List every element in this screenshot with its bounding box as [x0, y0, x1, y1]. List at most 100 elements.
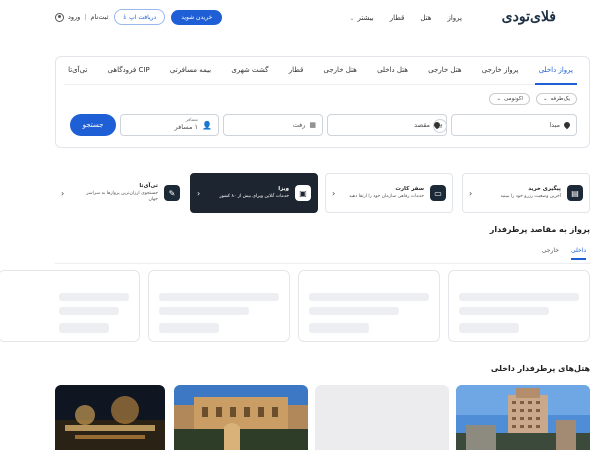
services-row: ▤ پیگیری خرید آخرین وضعیت رزرو خود را بب… — [55, 173, 590, 213]
service-card-visa[interactable]: ▣ ویزا خدمات آنلاین ویزای بیش از ۸۰ کشور… — [190, 173, 318, 213]
tab-foreign-hotel[interactable]: هتل خارجی — [320, 57, 361, 84]
service-text: ویزا خدمات آنلاین ویزای بیش از ۸۰ کشور — [207, 186, 289, 200]
trip-type-select[interactable]: یک‌طرفه ⌄ — [535, 93, 577, 105]
search-tabs: پرواز داخلی پرواز خارجی هتل خارجی هتل دا… — [64, 57, 578, 85]
service-title: تی‌آی‌تا — [139, 183, 158, 190]
tab-domestic-flight[interactable]: پرواز داخلی — [534, 57, 578, 85]
service-card-tracking[interactable]: ▤ پیگیری خرید آخرین وضعیت رزرو خود را بب… — [462, 173, 590, 213]
popular-flights-tabs: داخلی خارجی — [542, 247, 586, 260]
nav-flight[interactable]: پرواز — [447, 14, 462, 22]
service-desc: خدمات آنلاین ویزای بیش از ۸۰ کشور — [219, 194, 289, 200]
service-text: پیگیری خرید آخرین وضعیت رزرو خود را ببین… — [479, 186, 561, 200]
hotel-palace-image — [174, 385, 308, 450]
trip-options: یک‌طرفه ⌄ اکونومی ⌄ — [489, 93, 577, 105]
main-nav: پرواز هتل قطار بیشتر⌄ — [349, 14, 462, 22]
tab-domestic-hotel[interactable]: هتل داخلی — [373, 57, 412, 84]
get-app-button[interactable]: ⤓ دریافت اپ — [114, 9, 166, 25]
nav-hotel[interactable]: هتل — [420, 14, 431, 22]
passenger-value: ۱ مسافر — [174, 122, 199, 131]
chevron-left-icon: ‹ — [61, 188, 65, 198]
hotel-card-image[interactable] — [55, 385, 165, 450]
skeleton-line — [459, 307, 549, 315]
site-logo[interactable]: فلای‌تودی — [502, 9, 556, 25]
service-desc: آخرین وضعیت رزرو خود را ببینید — [500, 194, 561, 200]
tab-domestic[interactable]: داخلی — [570, 247, 586, 260]
person-icon: 👤 — [202, 120, 212, 130]
hotel-card-image[interactable] — [174, 385, 308, 450]
tab-train[interactable]: قطار — [285, 57, 308, 84]
separator: | — [84, 13, 87, 21]
section-divider — [55, 263, 590, 264]
location-pin-icon — [562, 120, 572, 130]
search-card: پرواز داخلی پرواز خارجی هتل خارجی هتل دا… — [55, 56, 590, 148]
header-actions: خریدن شوید ⤓ دریافت اپ ورود | ثبت‌نام — [55, 9, 223, 25]
signup-label[interactable]: ثبت‌نام — [91, 13, 109, 21]
plane-ticket-icon: ✎ — [164, 185, 180, 201]
skeleton-line — [309, 293, 429, 301]
skeleton-line — [459, 323, 519, 333]
date-field[interactable]: ▦ رفت — [223, 114, 323, 136]
skeleton-line — [309, 323, 369, 333]
destination-placeholder: مقصد — [414, 121, 430, 129]
destination-card-skeleton[interactable] — [298, 270, 440, 342]
service-title: پیگیری خرید — [528, 186, 561, 193]
skeleton-line — [459, 293, 579, 301]
destination-card-skeleton[interactable] — [448, 270, 590, 342]
login-label: ورود — [68, 13, 81, 21]
skeleton-line — [59, 293, 129, 301]
tab-international-flight[interactable]: پرواز خارجی — [478, 57, 523, 84]
nav-more-label: بیشتر — [357, 14, 374, 22]
origin-field[interactable]: مبدا ⇄ — [433, 114, 577, 136]
passport-icon: ▣ — [295, 185, 311, 201]
search-fields: مبدا ⇄ مقصد ▦ رفت 👤 مسافر ۱ مسافر جستجو — [70, 114, 577, 136]
tab-cip[interactable]: CIP فرودگاهی — [104, 57, 154, 84]
passenger-field[interactable]: 👤 مسافر ۱ مسافر — [120, 114, 219, 136]
skeleton-line — [59, 323, 109, 333]
hotel-night-image — [55, 385, 165, 450]
buy-button[interactable]: خریدن شوید — [171, 9, 223, 25]
destination-field[interactable]: مقصد — [327, 114, 447, 136]
service-desc: جستجوی ارزان‌ترین پروازها به سراسر جهان — [86, 191, 158, 202]
nav-more[interactable]: بیشتر⌄ — [349, 14, 373, 22]
trip-type-value: یک‌طرفه — [550, 96, 570, 102]
chevron-down-icon: ⌄ — [542, 96, 548, 102]
origin-placeholder: مبدا — [549, 121, 560, 129]
service-desc: خدمات رفاهی سازمان خود را ارتقا دهید — [349, 194, 424, 200]
date-placeholder: رفت — [292, 121, 306, 129]
chevron-left-icon: ‹ — [469, 188, 473, 198]
passenger-text: مسافر ۱ مسافر — [175, 118, 199, 131]
tab-tita[interactable]: تی‌آی‌تا — [64, 57, 91, 84]
service-text: تی‌آی‌تا جستجوی ارزان‌ترین پروازها به سر… — [76, 183, 158, 203]
hotel-card-placeholder[interactable] — [315, 385, 449, 450]
tab-city-tour[interactable]: گشت شهری — [227, 57, 272, 84]
tab-international-hotel[interactable]: هتل خارجی — [424, 57, 465, 84]
service-card-tita[interactable]: ✎ تی‌آی‌تا جستجوی ارزان‌ترین پروازها به … — [55, 173, 186, 213]
ticket-icon: ▤ — [567, 185, 583, 201]
service-title: ویزا — [278, 186, 289, 193]
chevron-down-icon: ⌄ — [349, 15, 355, 22]
skeleton-line — [309, 307, 399, 315]
tab-insurance[interactable]: بیمه مسافرتی — [166, 57, 215, 84]
chevron-left-icon: ‹ — [197, 188, 201, 198]
tab-international[interactable]: خارجی — [542, 247, 559, 260]
popular-hotels-title: هتل‌های پرطرفدار داخلی — [490, 364, 590, 373]
hotel-tower-image — [456, 385, 590, 450]
get-app-label: دریافت اپ — [129, 13, 157, 21]
popular-flights-title: پرواز به مقاصد پرطرفدار — [489, 225, 590, 234]
hotel-card-image[interactable] — [456, 385, 590, 450]
class-value: اکونومی — [504, 96, 523, 102]
class-select[interactable]: اکونومی ⌄ — [489, 93, 530, 105]
skeleton-line — [59, 307, 119, 315]
calendar-icon: ▦ — [309, 121, 316, 129]
service-text: سفر کارت خدمات رفاهی سازمان خود را ارتقا… — [342, 186, 424, 200]
service-card-safar-card[interactable]: ▭ سفر کارت خدمات رفاهی سازمان خود را ارت… — [325, 173, 453, 213]
destination-card-skeleton[interactable] — [148, 270, 290, 342]
destination-card-skeleton[interactable] — [0, 270, 140, 342]
search-button[interactable]: جستجو — [70, 114, 116, 136]
nav-train[interactable]: قطار — [390, 14, 405, 22]
chevron-down-icon: ⌄ — [496, 96, 502, 102]
login-link[interactable]: ورود | ثبت‌نام — [55, 12, 109, 22]
service-title: سفر کارت — [395, 186, 424, 193]
skeleton-line — [159, 307, 249, 315]
skeleton-line — [159, 293, 279, 301]
